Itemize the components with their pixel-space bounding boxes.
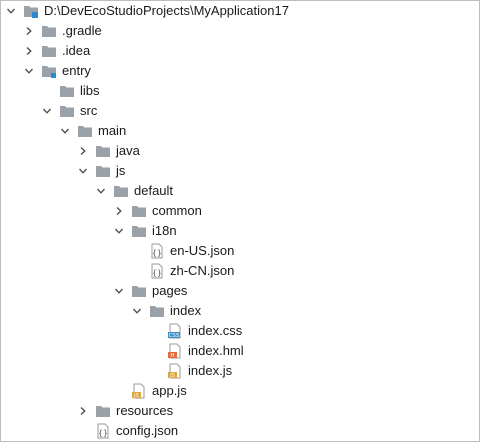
tree-item[interactable]: main	[1, 121, 479, 141]
tree-item[interactable]: js	[1, 161, 479, 181]
tree-item-label: main	[98, 123, 127, 138]
chevron-down-icon[interactable]	[59, 121, 71, 141]
folder-icon	[78, 126, 92, 137]
svg-text:{}: {}	[152, 269, 162, 278]
folder-icon	[42, 26, 56, 37]
svg-text:JS: JS	[133, 393, 139, 399]
folder-icon	[132, 226, 146, 237]
svg-text:{}: {}	[152, 249, 162, 258]
tree-item[interactable]: .idea	[1, 41, 479, 61]
chevron-right-icon[interactable]	[77, 141, 89, 161]
tree-item-label: index.js	[188, 363, 233, 378]
chevron-down-icon[interactable]	[23, 61, 35, 81]
tree-item-label: libs	[80, 83, 100, 98]
tree-item-label: config.json	[116, 423, 179, 438]
tree-item[interactable]: {} en-US.json	[1, 241, 479, 261]
folder-icon	[60, 86, 74, 97]
folder-icon	[132, 206, 146, 217]
chevron-right-icon[interactable]	[23, 21, 35, 41]
folder-icon	[60, 106, 74, 117]
css-file-icon: CSS	[168, 323, 181, 339]
project-tree-panel: D:\DevEcoStudioProjects\MyApplication17.…	[0, 0, 480, 442]
folder-icon	[96, 146, 110, 157]
folder-icon	[96, 406, 110, 417]
tree-item-label: i18n	[152, 223, 177, 238]
module-folder-icon	[42, 66, 56, 78]
tree-item[interactable]: entry	[1, 61, 479, 81]
tree-item-label: .gradle	[62, 23, 102, 38]
tree-item[interactable]: index	[1, 301, 479, 321]
folder-icon	[114, 186, 128, 197]
svg-text:CSS: CSS	[169, 333, 180, 339]
folder-icon	[42, 46, 56, 57]
tree-item[interactable]: CSS index.css	[1, 321, 479, 341]
tree-item-label: src	[80, 103, 98, 118]
tree-item-label: entry	[62, 63, 91, 78]
chevron-right-icon[interactable]	[77, 401, 89, 421]
project-folder-icon	[24, 6, 38, 18]
tree-item[interactable]: common	[1, 201, 479, 221]
chevron-down-icon[interactable]	[95, 181, 107, 201]
folder-icon	[132, 286, 146, 297]
tree-item-label: app.js	[152, 383, 187, 398]
chevron-down-icon[interactable]	[41, 101, 53, 121]
tree-item-label: pages	[152, 283, 188, 298]
folder-icon	[150, 306, 164, 317]
hml-file-icon: H	[168, 343, 181, 359]
chevron-right-icon[interactable]	[23, 41, 35, 61]
chevron-down-icon[interactable]	[113, 221, 125, 241]
json-file-icon: {}	[97, 423, 109, 439]
folder-icon	[96, 166, 110, 177]
tree-item-label: common	[152, 203, 202, 218]
chevron-right-icon[interactable]	[113, 201, 125, 221]
tree-item-label: zh-CN.json	[170, 263, 235, 278]
js-file-icon: JS	[132, 383, 145, 399]
svg-text:H: H	[170, 353, 174, 359]
js-file-icon: JS	[168, 363, 181, 379]
tree-item-label: index.hml	[188, 343, 244, 358]
tree-item-label: index.css	[188, 323, 243, 338]
tree-item-label: index	[170, 303, 202, 318]
tree-item-label: java	[116, 143, 140, 158]
json-file-icon: {}	[151, 243, 163, 259]
tree-item[interactable]: D:\DevEcoStudioProjects\MyApplication17	[1, 1, 479, 21]
tree-item[interactable]: {} config.json	[1, 421, 479, 441]
tree-item[interactable]: Hindex.hml	[1, 341, 479, 361]
tree-item-label: D:\DevEcoStudioProjects\MyApplication17	[44, 3, 289, 18]
chevron-down-icon[interactable]	[131, 301, 143, 321]
tree-item-label: default	[134, 183, 174, 198]
tree-item-label: en-US.json	[170, 243, 235, 258]
tree-item-label: js	[116, 163, 126, 178]
tree-item[interactable]: .gradle	[1, 21, 479, 41]
tree-item[interactable]: JS index.js	[1, 361, 479, 381]
svg-text:JS: JS	[169, 373, 175, 379]
tree-item-label: .idea	[62, 43, 91, 58]
tree-item[interactable]: libs	[1, 81, 479, 101]
tree-item[interactable]: {} zh-CN.json	[1, 261, 479, 281]
chevron-down-icon[interactable]	[77, 161, 89, 181]
tree-item[interactable]: default	[1, 181, 479, 201]
chevron-down-icon[interactable]	[5, 1, 17, 21]
tree-item[interactable]: JS app.js	[1, 381, 479, 401]
tree-item[interactable]: i18n	[1, 221, 479, 241]
chevron-down-icon[interactable]	[113, 281, 125, 301]
tree-item-label: resources	[116, 403, 174, 418]
tree-item[interactable]: src	[1, 101, 479, 121]
json-file-icon: {}	[151, 263, 163, 279]
tree-item[interactable]: pages	[1, 281, 479, 301]
tree-item[interactable]: resources	[1, 401, 479, 421]
tree-item[interactable]: java	[1, 141, 479, 161]
svg-text:{}: {}	[98, 429, 108, 438]
